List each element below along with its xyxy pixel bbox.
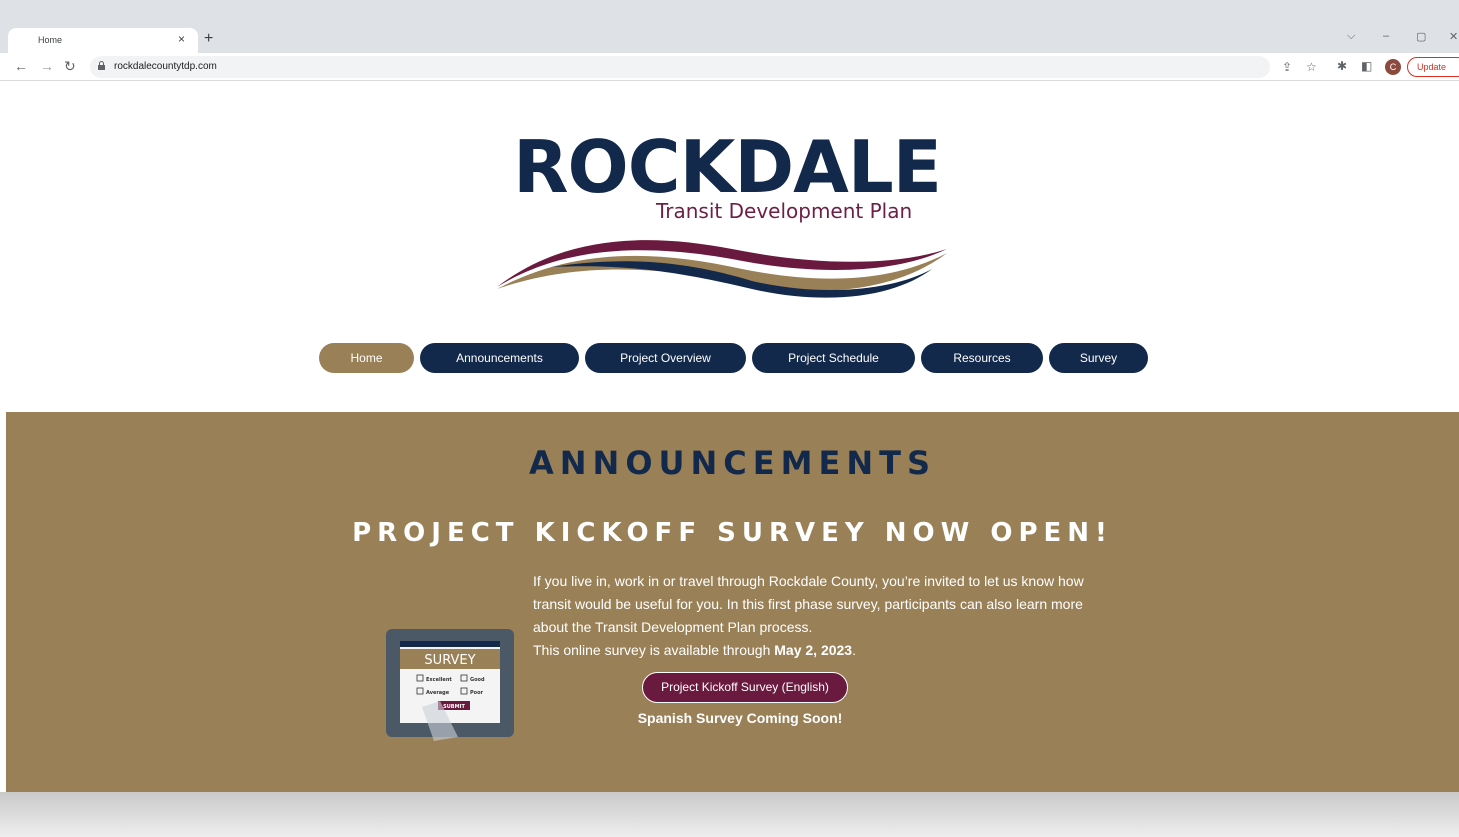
reload-icon[interactable]: ↻ <box>64 58 76 75</box>
availability-suffix: . <box>852 642 856 658</box>
availability-prefix: This online survey is available through <box>533 642 775 658</box>
bookmark-star-icon[interactable]: ☆ <box>1306 60 1317 74</box>
forward-icon[interactable]: → <box>40 58 54 74</box>
logo-title: ROCKDALE <box>513 125 942 209</box>
browser-tabstrip: Home × + ⌵ – ▢ ✕ <box>0 0 1459 53</box>
address-bar[interactable]: rockdalecountytdp.com ⇪ ☆ <box>90 56 1317 78</box>
tab-close-icon[interactable]: × <box>178 32 185 46</box>
survey-tablet-image: SURVEY Excellent Good Average Poor SUBMI… <box>386 629 514 741</box>
browser-toolbar: ← → ↻ rockdalecountytdp.com ⇪ ☆ ✱ ◧ C Up… <box>0 53 1459 81</box>
extensions-icon[interactable]: ✱ <box>1337 59 1347 73</box>
announcements-title: ANNOUNCEMENTS <box>529 444 936 482</box>
main-nav: Home Announcements Project Overview Proj… <box>319 343 1148 373</box>
page-content: ROCKDALE Transit Development Plan Home A… <box>6 82 1459 792</box>
window-close-icon[interactable]: ✕ <box>1449 30 1458 43</box>
announcement-body: If you live in, work in or travel throug… <box>533 570 1103 662</box>
announcement-availability: This online survey is available through … <box>533 639 1103 662</box>
logo-subtitle: Transit Development Plan <box>656 199 913 223</box>
nav-resources[interactable]: Resources <box>921 343 1043 373</box>
survey-option-excellent: Excellent <box>426 677 452 683</box>
restore-icon[interactable]: ▢ <box>1416 30 1426 43</box>
share-icon[interactable]: ⇪ <box>1282 60 1292 74</box>
survey-option-average: Average <box>426 690 450 696</box>
kickoff-survey-english-button[interactable]: Project Kickoff Survey (English) <box>642 672 848 703</box>
nav-announcements[interactable]: Announcements <box>420 343 579 373</box>
back-icon[interactable]: ← <box>14 58 28 74</box>
side-panel-icon[interactable]: ◧ <box>1361 59 1372 73</box>
browser-tab-home[interactable]: Home × <box>8 28 198 53</box>
update-button[interactable]: Update <box>1407 57 1459 77</box>
survey-option-poor: Poor <box>470 690 484 696</box>
nav-survey[interactable]: Survey <box>1049 343 1148 373</box>
announcements-section: ANNOUNCEMENTS PROJECT KICKOFF SURVEY NOW… <box>6 412 1459 792</box>
lock-icon <box>98 61 105 70</box>
announcement-paragraph: If you live in, work in or travel throug… <box>533 573 1084 635</box>
nav-project-schedule[interactable]: Project Schedule <box>752 343 915 373</box>
profile-avatar[interactable]: C <box>1385 59 1401 75</box>
spanish-survey-note: Spanish Survey Coming Soon! <box>637 710 843 726</box>
minimize-icon[interactable]: – <box>1383 30 1389 42</box>
survey-option-good: Good <box>470 677 485 683</box>
tab-title: Home <box>38 35 63 45</box>
rockdale-logo[interactable]: ROCKDALE Transit Development Plan <box>492 127 962 302</box>
survey-image-submit: SUBMIT <box>443 704 465 710</box>
logo-waves-graphic <box>497 240 947 298</box>
url-text: rockdalecountytdp.com <box>114 61 217 72</box>
new-tab-icon[interactable]: + <box>204 30 213 48</box>
survey-image-label: SURVEY <box>424 653 475 668</box>
nav-project-overview[interactable]: Project Overview <box>585 343 746 373</box>
nav-home[interactable]: Home <box>319 343 414 373</box>
tab-search-icon[interactable]: ⌵ <box>1347 30 1355 43</box>
page-bottom-edge <box>0 792 1459 837</box>
availability-date: May 2, 2023 <box>774 642 853 658</box>
announcement-headline: PROJECT KICKOFF SURVEY NOW OPEN! <box>352 518 1113 548</box>
